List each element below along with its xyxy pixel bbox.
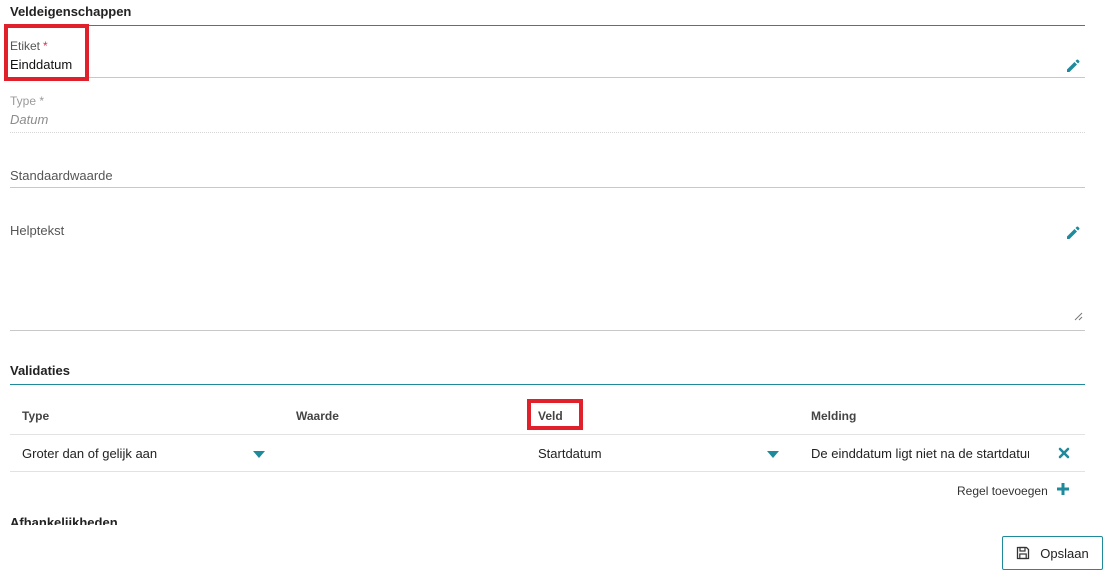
plus-icon[interactable] (1056, 482, 1070, 496)
chevron-down-icon[interactable] (767, 451, 779, 458)
help-text-underline (10, 330, 1085, 331)
label-field-underline (10, 77, 1085, 78)
type-field-underline (10, 132, 1085, 133)
label-field-highlight (4, 24, 89, 81)
validation-type-select[interactable]: Groter dan of gelijk aan (22, 446, 157, 461)
column-header-message: Melding (811, 409, 857, 423)
table-row-divider (10, 471, 1085, 472)
field-column-highlight (527, 399, 583, 430)
save-icon (1017, 546, 1030, 560)
pencil-icon[interactable] (1065, 225, 1081, 241)
add-rule-button[interactable]: Regel toevoegen (957, 484, 1048, 498)
pencil-icon[interactable] (1065, 58, 1081, 74)
table-header-divider (10, 434, 1085, 435)
type-field-value: Datum (10, 112, 49, 127)
section-divider (10, 384, 1085, 385)
close-icon[interactable] (1058, 447, 1070, 459)
column-header-type: Type (22, 409, 50, 423)
section-title-validations: Validaties (10, 363, 70, 378)
default-value-underline (10, 187, 1085, 188)
help-text-caption: Helptekst (10, 223, 65, 238)
save-button[interactable]: Opslaan (1002, 536, 1103, 570)
default-value-caption: Standaardwaarde (10, 168, 113, 183)
section-title-field-properties: Veldeigenschappen (10, 4, 132, 19)
validation-message-input[interactable]: De einddatum ligt niet na de startdatum (811, 446, 1029, 461)
section-divider (10, 25, 1085, 26)
save-button-label: Opslaan (1040, 545, 1089, 561)
validation-field-select[interactable]: Startdatum (538, 446, 602, 461)
section-title-dependencies: Afhankelijkheden (10, 515, 118, 525)
type-field-caption: Type * (10, 94, 45, 108)
column-header-value: Waarde (296, 409, 339, 423)
resize-handle-icon[interactable] (1074, 312, 1083, 321)
chevron-down-icon[interactable] (253, 451, 265, 458)
